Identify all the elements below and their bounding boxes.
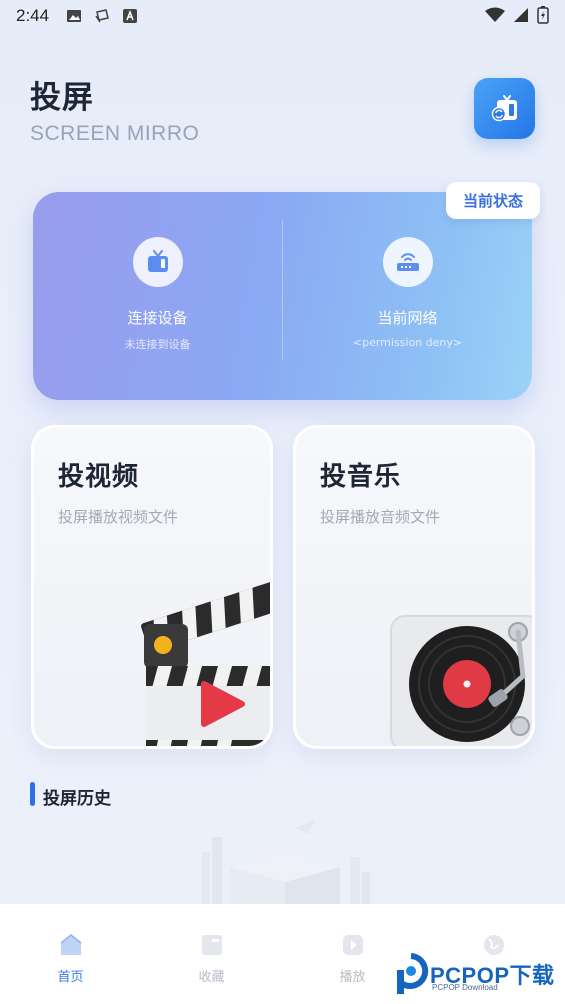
device-status[interactable]: 连接设备 未连接到设备 <box>33 192 282 400</box>
home-icon <box>60 934 81 955</box>
cast-device-icon <box>491 94 517 121</box>
page-subtitle: SCREEN MIRRO <box>30 122 200 145</box>
history-title: 投屏历史 <box>43 789 111 809</box>
play-icon <box>342 935 363 955</box>
clapperboard-icon <box>141 581 270 746</box>
watermark-sub: PCPOP Download <box>432 983 498 992</box>
app-notification-icon <box>123 9 137 23</box>
network-label: 当前网络 <box>377 309 438 327</box>
cast-video-card[interactable]: 投视频 投屏播放视频文件 <box>31 425 273 749</box>
cast-music-title: 投音乐 <box>320 462 402 492</box>
cast-music-desc: 投屏播放音频文件 <box>320 508 441 526</box>
cast-video-title: 投视频 <box>58 462 140 492</box>
status-time: 2:44 <box>16 6 50 25</box>
nav-label-home: 首页 <box>57 970 84 985</box>
nav-item-home[interactable]: 首页 <box>0 904 141 1004</box>
device-value: 未连接到设备 <box>124 338 191 351</box>
turntable-icon <box>390 615 532 746</box>
pcpop-watermark: PCPOP下载 PCPOP Download <box>392 952 562 998</box>
empty-box-icon <box>202 820 370 907</box>
battery-icon <box>537 6 549 24</box>
nav-label-collection: 收藏 <box>198 970 225 985</box>
cast-settings-button[interactable] <box>474 78 535 139</box>
cast-music-card[interactable]: 投音乐 投屏播放音频文件 <box>293 425 535 749</box>
signal-icon <box>514 8 528 22</box>
network-status[interactable]: 当前网络 <permission deny> <box>283 192 532 400</box>
wifi-icon <box>485 7 505 22</box>
cast-video-desc: 投屏播放视频文件 <box>58 508 179 526</box>
page-title: 投屏 <box>30 80 94 116</box>
network-icon-circle <box>382 237 433 287</box>
tv-icon <box>147 250 168 272</box>
image-icon <box>67 10 81 22</box>
connection-status-card: 连接设备 未连接到设备 当前网络 <permission deny> <box>33 192 532 400</box>
notification-icons <box>66 8 138 24</box>
status-bar: 2:44 <box>0 0 565 32</box>
cast-notification-icon <box>95 9 109 23</box>
device-label: 连接设备 <box>127 309 188 327</box>
network-value: <permission deny> <box>352 336 463 349</box>
nav-item-collection[interactable]: 收藏 <box>141 904 282 1004</box>
router-icon <box>396 253 419 271</box>
current-status-badge: 当前状态 <box>446 182 540 219</box>
nav-label-play: 播放 <box>339 970 366 985</box>
device-icon-circle <box>132 237 183 287</box>
pcpop-logo-icon <box>397 953 429 994</box>
history-accent-bar <box>30 782 35 806</box>
system-icons <box>485 6 549 24</box>
collection-icon <box>201 935 222 955</box>
